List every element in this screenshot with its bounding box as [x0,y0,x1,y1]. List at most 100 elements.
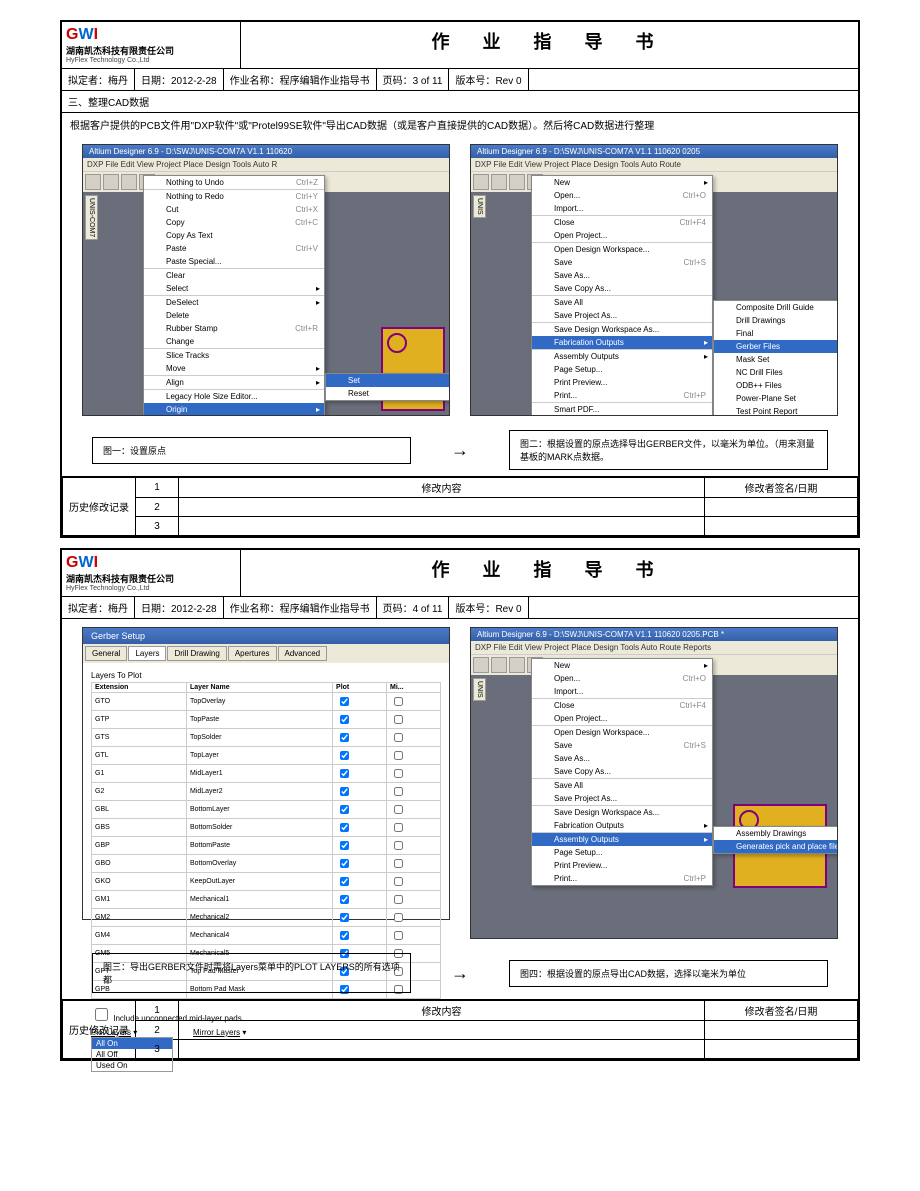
menu-item[interactable]: CutCtrl+X [144,203,324,216]
layer-checkbox[interactable] [394,859,403,868]
menu-item[interactable]: Save Copy As... [532,282,712,295]
menu-item[interactable]: Origin▸ [144,403,324,416]
menu-item[interactable]: Save All [532,295,712,309]
layer-checkbox[interactable] [394,895,403,904]
menu-item[interactable]: Power-Plane Set [714,392,838,405]
tab[interactable]: Drill Drawing [167,646,226,661]
menu-item[interactable]: Mask Set [714,353,838,366]
menu-item[interactable]: Copy As Text [144,229,324,242]
menu-item[interactable]: Import... [532,685,712,698]
menu-item[interactable]: Change [144,335,324,348]
tab[interactable]: Layers [128,646,166,661]
layer-checkbox[interactable] [340,913,349,922]
layer-checkbox[interactable] [394,931,403,940]
menu-item[interactable]: New▸ [532,176,712,189]
menu-item[interactable]: Drill Drawings [714,314,838,327]
menu-item[interactable]: Smart PDF... [532,402,712,416]
menu-item[interactable]: Open Project... [532,712,712,725]
option-item[interactable]: Used On [92,1060,172,1071]
menu-item[interactable]: Assembly Outputs▸ [532,349,712,363]
menu-item[interactable]: Set [326,374,450,387]
menu-item[interactable]: New▸ [532,659,712,672]
layer-checkbox[interactable] [340,931,349,940]
layer-checkbox[interactable] [394,877,403,886]
layer-checkbox[interactable] [340,787,349,796]
layer-checkbox[interactable] [394,787,403,796]
menu-item[interactable]: Final [714,327,838,340]
menu-item[interactable]: NC Drill Files [714,366,838,379]
menu-item[interactable]: Open...Ctrl+O [532,672,712,685]
layer-checkbox[interactable] [394,805,403,814]
menu-item[interactable]: Open Project... [532,229,712,242]
layer-checkbox[interactable] [340,715,349,724]
menu-item[interactable]: Open Design Workspace... [532,242,712,256]
menu-item[interactable]: Nothing to UndoCtrl+Z [144,176,324,189]
menu-item[interactable]: Assembly Drawings [714,827,838,840]
option-item[interactable]: All On [92,1038,172,1049]
menu-item[interactable]: Align▸ [144,375,324,389]
tab[interactable]: General [85,646,127,661]
menu-item[interactable]: SaveCtrl+S [532,256,712,269]
layer-checkbox[interactable] [394,751,403,760]
menu-item[interactable]: Print...Ctrl+P [532,389,712,402]
layer-checkbox[interactable] [394,697,403,706]
menu-item[interactable]: Save Copy As... [532,765,712,778]
menu-item[interactable]: Import... [532,202,712,215]
menu-item[interactable]: Save Design Workspace As... [532,322,712,336]
layer-checkbox[interactable] [394,913,403,922]
menu-item[interactable]: CloseCtrl+F4 [532,215,712,229]
menu-item[interactable]: Rubber StampCtrl+R [144,322,324,335]
layer-checkbox[interactable] [340,895,349,904]
layer-checkbox[interactable] [394,823,403,832]
menu-item[interactable]: Test Point Report [714,405,838,416]
layer-checkbox[interactable] [340,859,349,868]
menu-item[interactable]: Page Setup... [532,363,712,376]
menu-item[interactable]: Save Project As... [532,309,712,322]
layer-checkbox[interactable] [340,751,349,760]
menu-item[interactable]: DeSelect▸ [144,295,324,309]
menu-item[interactable]: Open Design Workspace... [532,725,712,739]
menu-item[interactable]: Save All [532,778,712,792]
menu-item[interactable]: Print...Ctrl+P [532,872,712,885]
layer-checkbox[interactable] [340,841,349,850]
layer-checkbox[interactable] [340,805,349,814]
menu-item[interactable]: Select▸ [144,282,324,295]
menu-item[interactable]: Nothing to RedoCtrl+Y [144,189,324,203]
menu-item[interactable]: Assembly Outputs▸ [532,832,712,846]
menu-item[interactable]: Save Design Workspace As... [532,805,712,819]
menu-item[interactable]: PasteCtrl+V [144,242,324,255]
layer-checkbox[interactable] [340,697,349,706]
layer-checkbox[interactable] [394,841,403,850]
layer-checkbox[interactable] [394,715,403,724]
menu-item[interactable]: Slice Tracks [144,348,324,362]
menu-item[interactable]: Fabrication Outputs▸ [532,336,712,349]
menu-item[interactable]: CopyCtrl+C [144,216,324,229]
menu-item[interactable]: Page Setup... [532,846,712,859]
tab[interactable]: Advanced [278,646,328,661]
menu-item[interactable]: Reset [326,387,450,400]
menu-item[interactable]: CloseCtrl+F4 [532,698,712,712]
menu-item[interactable]: Save As... [532,752,712,765]
menu-item[interactable]: Gerber Files [714,340,838,353]
menu-item[interactable]: Clear [144,268,324,282]
layer-checkbox[interactable] [394,733,403,742]
layer-checkbox[interactable] [340,733,349,742]
menu-item[interactable]: Composite Drill Guide [714,301,838,314]
menu-item[interactable]: Paste Special... [144,255,324,268]
layer-checkbox[interactable] [340,877,349,886]
layer-checkbox[interactable] [340,769,349,778]
menu-item[interactable]: SaveCtrl+S [532,739,712,752]
include-mid-checkbox[interactable] [95,1008,108,1021]
menu-item[interactable]: Fabrication Outputs▸ [532,819,712,832]
menu-item[interactable]: Move▸ [144,362,324,375]
menu-item[interactable]: Delete [144,309,324,322]
menu-item[interactable]: Open...Ctrl+O [532,189,712,202]
menu-item[interactable]: ODB++ Files [714,379,838,392]
tab[interactable]: Apertures [228,646,277,661]
layer-checkbox[interactable] [394,769,403,778]
menu-item[interactable]: Save Project As... [532,792,712,805]
menu-item[interactable]: Save As... [532,269,712,282]
option-item[interactable]: All Off [92,1049,172,1060]
menu-item[interactable]: Print Preview... [532,859,712,872]
menu-item[interactable]: Print Preview... [532,376,712,389]
